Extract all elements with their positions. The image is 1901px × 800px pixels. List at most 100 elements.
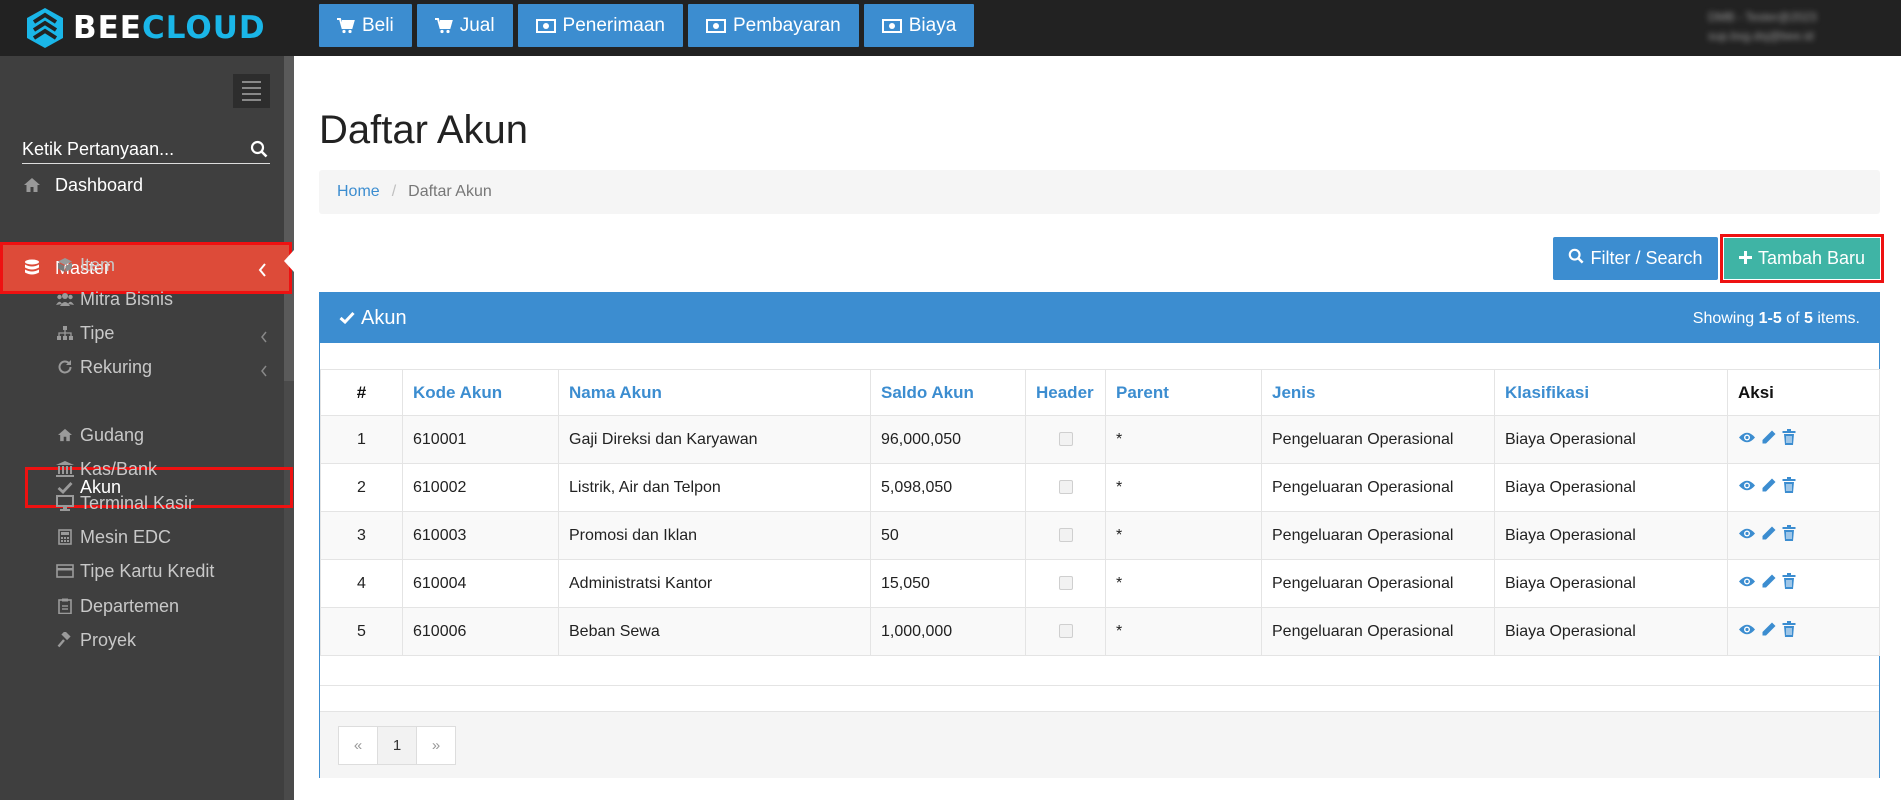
trash-icon[interactable] <box>1782 477 1796 498</box>
trash-icon[interactable] <box>1782 573 1796 594</box>
cell-saldo-akun: 5,098,050 <box>870 463 1026 512</box>
header-checkbox[interactable] <box>1058 432 1073 447</box>
filter-search-button[interactable]: Filter / Search <box>1553 237 1718 280</box>
cell-kode-akun: 610002 <box>402 463 559 512</box>
calculator-icon <box>56 528 74 546</box>
cell-jenis: Pengeluaran Operasional <box>1261 463 1495 512</box>
nav-jual-button[interactable]: Jual <box>416 4 513 47</box>
col-header[interactable]: Header <box>1025 369 1106 416</box>
cell-klasifikasi: Biaya Operasional <box>1494 559 1728 608</box>
col-parent[interactable]: Parent <box>1105 369 1262 416</box>
sidebar-search-input[interactable] <box>22 136 237 162</box>
cell-nama-akun: Gaji Direksi dan Karyawan <box>558 415 871 464</box>
col-saldo-akun[interactable]: Saldo Akun <box>870 369 1026 416</box>
trash-icon[interactable] <box>1782 525 1796 546</box>
credit-card-icon <box>56 562 74 580</box>
sidebar-item-proyek[interactable]: Proyek <box>0 620 294 661</box>
chevron-left-icon <box>260 361 268 382</box>
breadcrumb-separator: / <box>391 183 397 200</box>
users-icon <box>56 290 74 308</box>
sidebar-item-label: Departemen <box>80 596 180 616</box>
cell-nama-akun: Administratsi Kantor <box>558 559 871 608</box>
table-footer-spacer <box>320 685 1879 711</box>
cell-aksi <box>1727 559 1880 608</box>
pencil-icon[interactable] <box>1761 525 1777 546</box>
header-checkbox[interactable] <box>1058 576 1073 591</box>
sidebar-item-label: Kas/Bank <box>80 459 158 479</box>
cell-nama-akun: Beban Sewa <box>558 607 871 656</box>
col-number: # <box>320 369 403 416</box>
nav-beli-button[interactable]: Beli <box>319 4 412 47</box>
col-klasifikasi[interactable]: Klasifikasi <box>1494 369 1728 416</box>
cell-saldo-akun: 15,050 <box>870 559 1026 608</box>
breadcrumb-home-link[interactable]: Home <box>337 183 380 201</box>
trash-icon[interactable] <box>1782 621 1796 642</box>
table-body: 1 610001 Gaji Direksi dan Karyawan 96,00… <box>320 415 1880 656</box>
cell-saldo-akun: 1,000,000 <box>870 607 1026 656</box>
cell-klasifikasi: Biaya Operasional <box>1494 415 1728 464</box>
nav-penerimaan-button[interactable]: Penerimaan <box>517 4 683 47</box>
nav-pembayaran-button[interactable]: Pembayaran <box>688 4 859 47</box>
cell-saldo-akun: 50 <box>870 511 1026 560</box>
pencil-icon[interactable] <box>1761 477 1777 498</box>
panel-header: Akun Showing 1-5 of 5 items. <box>320 293 1879 343</box>
cell-kode-akun: 610006 <box>402 607 559 656</box>
cell-klasifikasi: Biaya Operasional <box>1494 463 1728 512</box>
pagination: « 1 » <box>338 726 456 765</box>
cell-aksi <box>1727 607 1880 656</box>
pencil-icon[interactable] <box>1761 429 1777 450</box>
money-icon <box>706 18 726 33</box>
cell-jenis: Pengeluaran Operasional <box>1261 607 1495 656</box>
pagination-next[interactable]: » <box>416 726 456 765</box>
header-checkbox[interactable] <box>1058 528 1073 543</box>
eye-icon[interactable] <box>1738 479 1756 497</box>
table-row[interactable]: 3 610003 Promosi dan Iklan 50 * Pengelua… <box>320 511 1880 560</box>
pencil-icon[interactable] <box>1761 621 1777 642</box>
panel-title-text: Akun <box>361 307 407 329</box>
pagination-page-1[interactable]: 1 <box>377 726 417 765</box>
cell-number: 3 <box>320 511 403 560</box>
table-row[interactable]: 5 610006 Beban Sewa 1,000,000 * Pengelua… <box>320 607 1880 656</box>
eye-icon[interactable] <box>1738 431 1756 449</box>
sidebar-item-rekuring[interactable]: Rekuring <box>0 347 294 388</box>
header-checkbox[interactable] <box>1058 624 1073 639</box>
brand-name: BEECLOUD <box>73 9 266 46</box>
col-kode-akun[interactable]: Kode Akun <box>402 369 559 416</box>
cart-icon <box>337 17 355 34</box>
table-row[interactable]: 1 610001 Gaji Direksi dan Karyawan 96,00… <box>320 415 1880 464</box>
sidebar-item-label: Rekuring <box>80 357 153 377</box>
nav-biaya-button[interactable]: Biaya <box>863 4 975 47</box>
home-icon <box>56 426 74 444</box>
sitemap-icon <box>56 324 74 342</box>
sidebar-toggle-button[interactable] <box>233 74 270 108</box>
pagination-prev[interactable]: « <box>338 726 378 765</box>
pencil-icon[interactable] <box>1761 573 1777 594</box>
table-row[interactable]: 2 610002 Listrik, Air dan Telpon 5,098,0… <box>320 463 1880 512</box>
clipboard-icon <box>56 597 74 615</box>
add-new-button[interactable]: Tambah Baru <box>1724 238 1880 279</box>
col-jenis[interactable]: Jenis <box>1261 369 1495 416</box>
eye-icon[interactable] <box>1738 527 1756 545</box>
col-nama-akun[interactable]: Nama Akun <box>558 369 871 416</box>
cell-header <box>1025 415 1106 464</box>
trash-icon[interactable] <box>1782 429 1796 450</box>
cell-aksi <box>1727 463 1880 512</box>
brand-logo[interactable]: BEECLOUD <box>26 6 266 50</box>
header-checkbox[interactable] <box>1058 480 1073 495</box>
sidebar-item-dashboard[interactable]: Dashboard <box>0 160 294 210</box>
top-nav: Beli Jual Penerimaan Pembayaran Biaya <box>319 4 975 47</box>
cell-parent: * <box>1105 511 1262 560</box>
cell-parent: * <box>1105 559 1262 608</box>
filter-search-label: Filter / Search <box>1590 248 1703 268</box>
page-title: Daftar Akun <box>319 108 529 152</box>
eye-icon[interactable] <box>1738 623 1756 641</box>
table-row[interactable]: 4 610004 Administratsi Kantor 15,050 * P… <box>320 559 1880 608</box>
breadcrumb-current: Daftar Akun <box>408 183 492 200</box>
eye-icon[interactable] <box>1738 575 1756 593</box>
check-icon <box>339 307 355 330</box>
cell-number: 2 <box>320 463 403 512</box>
user-info[interactable]: DMB - Tester@2023 sup.bsg.dsj@bee.id <box>1708 8 1848 46</box>
cell-nama-akun: Promosi dan Iklan <box>558 511 871 560</box>
col-aksi: Aksi <box>1727 369 1880 416</box>
cell-aksi <box>1727 511 1880 560</box>
